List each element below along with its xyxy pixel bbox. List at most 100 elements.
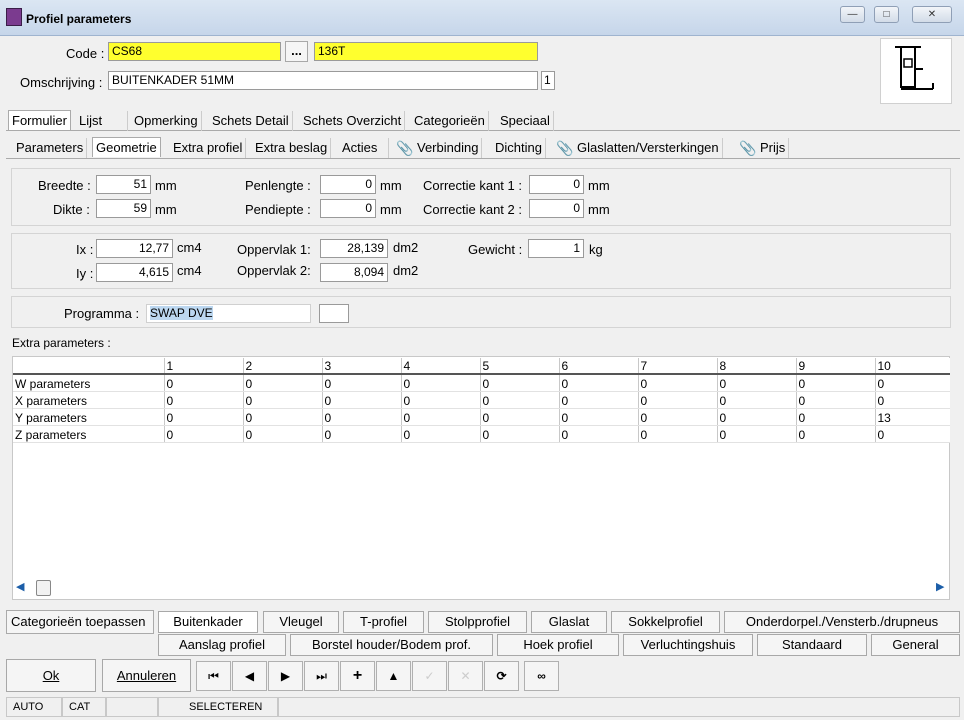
category-vleugel[interactable]: Vleugel [263,611,339,633]
grid-cell[interactable]: 0 [480,425,560,443]
subtab-dichting[interactable]: Dichting [492,138,546,158]
programma-field[interactable]: SWAP DVE [146,304,311,323]
correctie1-field[interactable]: 0 [529,175,584,194]
browse-button[interactable]: ... [285,41,308,62]
breedte-field[interactable]: 51 [96,175,151,194]
subtab-parameters[interactable]: Parameters [13,138,88,158]
ix-field[interactable]: 12,77 [96,239,173,258]
subtab-geometrie[interactable]: Geometrie [92,137,161,157]
grid-cell[interactable]: 0 [796,408,876,426]
dikte-field[interactable]: 59 [96,199,151,218]
grid-cell[interactable]: 0 [796,425,876,443]
tab-categorieen[interactable]: Categorieën [411,111,489,131]
tab-lijst[interactable]: Lijst [76,111,128,131]
add-record-icon[interactable]: + [340,661,375,691]
grid-cell[interactable]: 0 [717,374,797,392]
category-hoek-profiel[interactable]: Hoek profiel [497,634,619,656]
oppervlak1-field[interactable]: 28,139 [320,239,388,258]
grid-cell[interactable]: 0 [559,408,639,426]
grid-cell[interactable]: 0 [559,425,639,443]
category-standaard[interactable]: Standaard [757,634,867,656]
grid-cell[interactable]: 0 [875,425,950,443]
grid-cell[interactable]: 0 [796,374,876,392]
grid-cell[interactable]: 0 [164,391,244,409]
first-record-icon[interactable]: ⏮ [196,661,231,691]
grid-cell[interactable]: 0 [638,391,718,409]
category-borstel-houder[interactable]: Borstel houder/Bodem prof. [290,634,493,656]
code-field[interactable]: CS68 [108,42,281,61]
category-aanslag-profiel[interactable]: Aanslag profiel [158,634,286,656]
grid-cell[interactable]: 0 [480,374,560,392]
binoculars-icon[interactable]: ∞ [524,661,559,691]
omschrijving-field[interactable]: BUITENKADER 51MM [108,71,538,90]
iy-field[interactable]: 4,615 [96,263,173,282]
grid-cell[interactable]: 0 [322,374,402,392]
grid-cell[interactable]: 0 [717,408,797,426]
scroll-thumb[interactable] [36,580,51,596]
tab-formulier[interactable]: Formulier [8,110,71,130]
tab-schets-detail[interactable]: Schets Detail [209,111,293,131]
close-button[interactable]: ✕ [912,6,952,23]
subtab-acties[interactable]: Acties [339,138,389,158]
category-verluchtingshuis[interactable]: Verluchtingshuis [623,634,753,656]
previous-record-icon[interactable]: ◀ [232,661,267,691]
grid-cell[interactable]: 0 [164,408,244,426]
subtab-extra-profiel[interactable]: Extra profiel [170,138,247,158]
category-general[interactable]: General [871,634,960,656]
grid-cell[interactable]: 0 [243,408,323,426]
last-record-icon[interactable]: ⏭ [304,661,339,691]
grid-cell[interactable]: 0 [480,391,560,409]
grid-cell[interactable]: 0 [401,425,481,443]
grid-cell[interactable]: 0 [717,391,797,409]
subtab-glaslatten[interactable]: Glaslatten/Versterkingen [574,138,723,158]
grid-cell[interactable]: 13 [875,408,950,426]
grid-cell[interactable]: 0 [638,425,718,443]
programma-extra-field[interactable] [319,304,349,323]
grid-cell[interactable]: 0 [322,408,402,426]
scroll-right-icon[interactable]: ▶ [936,580,944,593]
gewicht-field[interactable]: 1 [528,239,584,258]
grid-cell[interactable]: 0 [559,391,639,409]
category-stolpprofiel[interactable]: Stolpprofiel [428,611,527,633]
pendiepte-field[interactable]: 0 [320,199,376,218]
grid-cell[interactable]: 0 [875,391,950,409]
grid-cell[interactable]: 0 [164,374,244,392]
grid-cell[interactable]: 0 [480,408,560,426]
penlengte-field[interactable]: 0 [320,175,376,194]
category-sokkelprofiel[interactable]: Sokkelprofiel [611,611,720,633]
refresh-icon[interactable]: ⟳ [484,661,519,691]
category-buitenkader[interactable]: Buitenkader [158,611,258,633]
grid-cell[interactable]: 0 [322,391,402,409]
grid-cell[interactable]: 0 [243,425,323,443]
oppervlak2-field[interactable]: 8,094 [320,263,388,282]
grid-cell[interactable]: 0 [717,425,797,443]
tab-schets-overzicht[interactable]: Schets Overzicht [300,111,406,131]
edit-record-icon[interactable]: ▲ [376,661,411,691]
category-t-profiel[interactable]: T-profiel [343,611,424,633]
grid-cell[interactable]: 0 [638,408,718,426]
grid-cell[interactable]: 0 [243,374,323,392]
grid-cell[interactable]: 0 [401,391,481,409]
grid-cell[interactable]: 0 [875,374,950,392]
subtab-extra-beslag[interactable]: Extra beslag [252,138,332,158]
grid-cell[interactable]: 0 [796,391,876,409]
grid-cell[interactable]: 0 [401,408,481,426]
grid-cell[interactable]: 0 [638,374,718,392]
subtab-prijs[interactable]: Prijs [757,138,790,158]
minimize-button[interactable]: — [840,6,865,23]
grid-cell[interactable]: 0 [322,425,402,443]
grid-cell[interactable]: 0 [559,374,639,392]
grid-cell[interactable]: 0 [164,425,244,443]
category-onderdorpel[interactable]: Onderdorpel./Vensterb./drupneus [724,611,960,633]
grid-cell[interactable]: 0 [243,391,323,409]
correctie2-field[interactable]: 0 [529,199,584,218]
scroll-left-icon[interactable]: ◀ [16,580,24,593]
tab-speciaal[interactable]: Speciaal [497,111,554,131]
category-glaslat[interactable]: Glaslat [531,611,607,633]
cancel-button[interactable]: Annuleren [102,659,191,692]
next-record-icon[interactable]: ▶ [268,661,303,691]
grid-cell[interactable]: 0 [401,374,481,392]
code2-field[interactable]: 136T [314,42,538,61]
tab-opmerking[interactable]: Opmerking [131,111,202,131]
subtab-verbinding[interactable]: Verbinding [414,138,483,158]
